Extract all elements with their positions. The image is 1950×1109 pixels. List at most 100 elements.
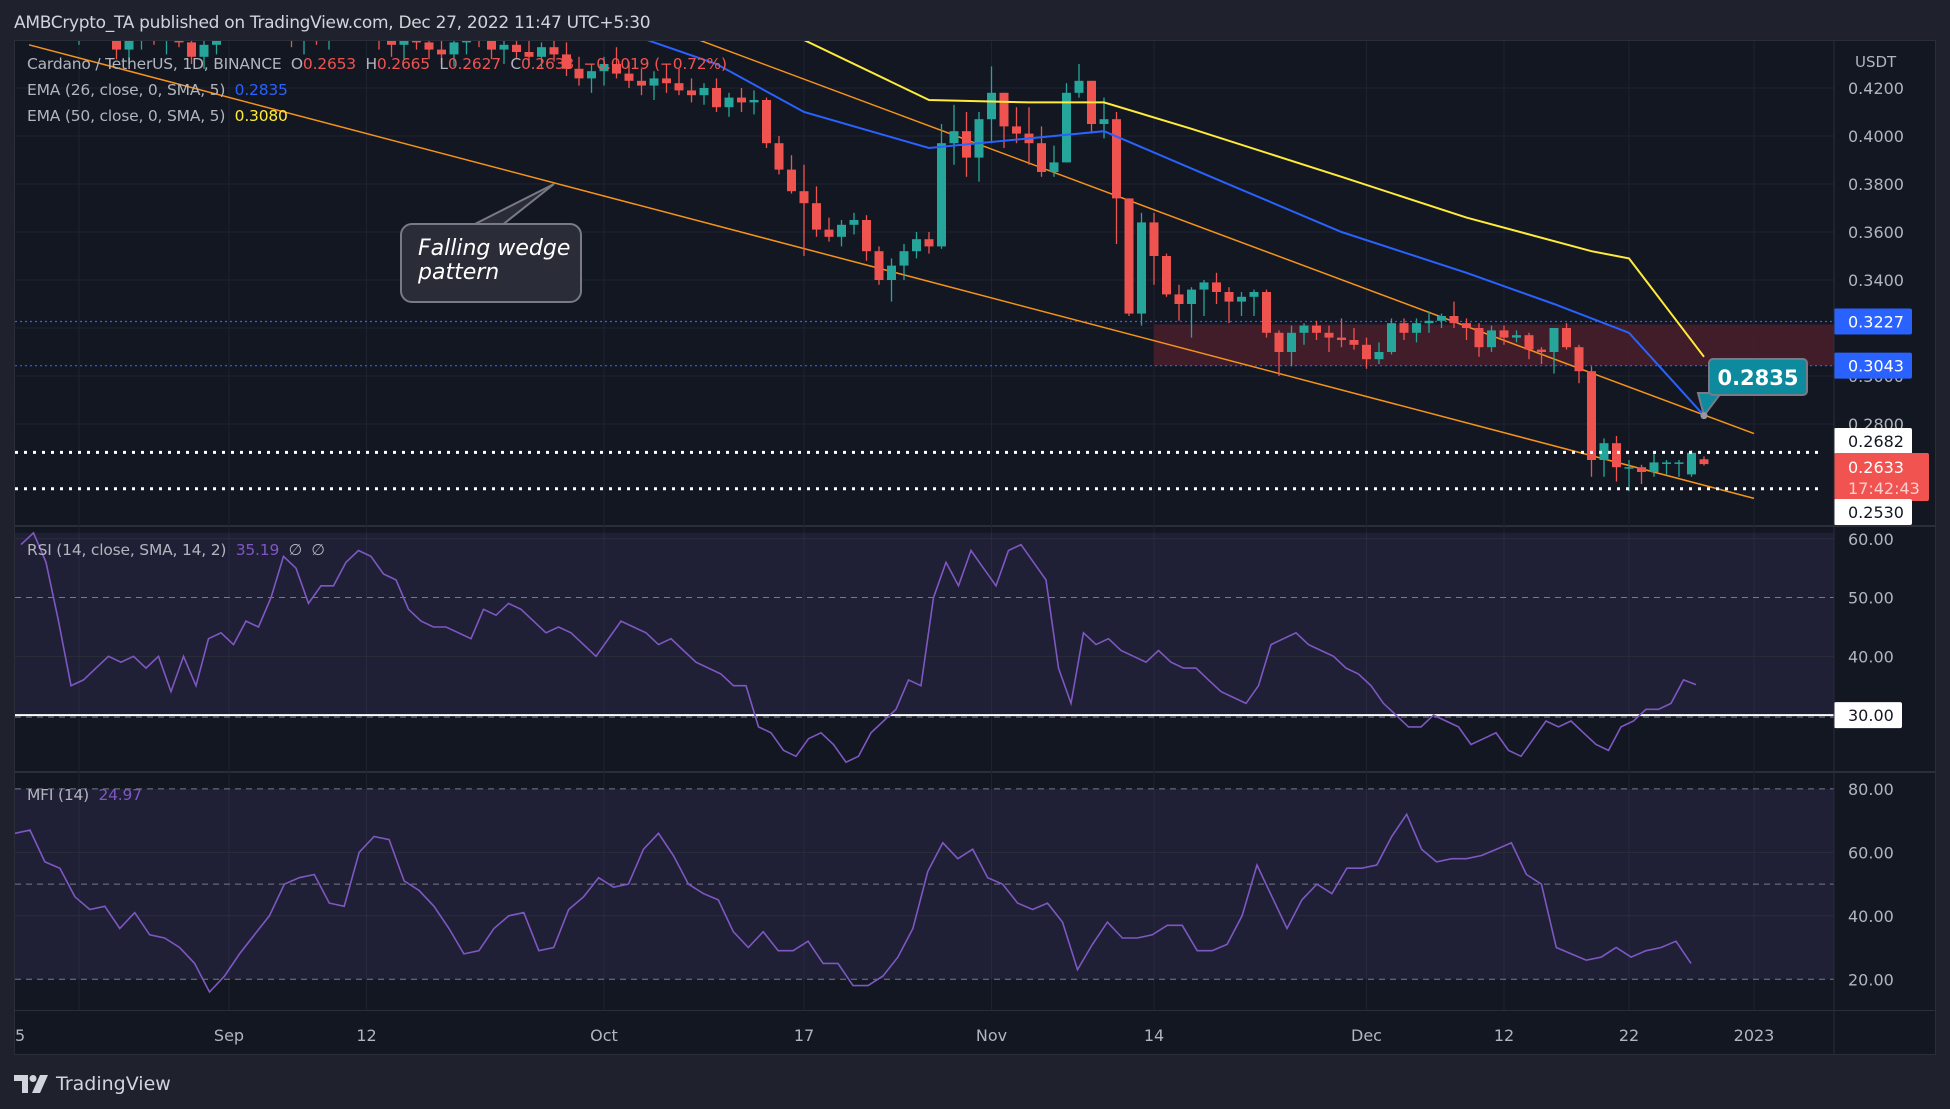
- mfi-tick-label: 80.00: [1848, 780, 1894, 799]
- rsi-tick-label: 50.00: [1848, 589, 1894, 608]
- currency-label: USDT: [1855, 53, 1897, 71]
- rsi-label: RSI (14, close, SMA, 14, 2): [27, 541, 227, 559]
- mfi-legend[interactable]: MFI (14) 24.97: [27, 786, 142, 804]
- rsi-legend[interactable]: RSI (14, close, SMA, 14, 2) 35.19 ∅ ∅: [27, 541, 325, 559]
- time-axis-border: [15, 1010, 1935, 1011]
- candle-up: [849, 220, 859, 225]
- candle-down: [637, 80, 646, 86]
- price-marker-label: 0.2530: [1848, 503, 1904, 522]
- pane-separator[interactable]: [15, 771, 1935, 773]
- candle-down: [412, 41, 421, 43]
- open-label: O: [290, 55, 303, 73]
- candle-down: [1112, 119, 1121, 199]
- candle-down: [112, 41, 121, 50]
- ema50-legend[interactable]: EMA (50, close, 0, SMA, 5) 0.3080: [27, 107, 288, 125]
- candle-down: [1462, 323, 1471, 328]
- candle-up: [1374, 352, 1384, 360]
- candle-up: [749, 100, 759, 103]
- candle-down: [1337, 337, 1346, 340]
- candle-down: [737, 97, 746, 103]
- time-tick-label[interactable]: 22: [1619, 1026, 1639, 1045]
- falling-wedge-callout[interactable]: Falling wedge pattern: [400, 223, 582, 303]
- candle-down: [1562, 328, 1571, 348]
- candle-down: [1699, 459, 1709, 465]
- candle-up: [1412, 323, 1421, 333]
- candle-up: [949, 131, 959, 144]
- candle-up: [649, 78, 659, 86]
- tradingview-brand[interactable]: TradingView: [56, 1073, 171, 1095]
- candle-down: [812, 203, 821, 230]
- callout-line-2: pattern: [418, 260, 500, 285]
- time-tick-label[interactable]: Nov: [976, 1026, 1007, 1045]
- candle-up: [1387, 323, 1396, 352]
- candle-down: [437, 49, 446, 55]
- ema-callout-text: 0.2835: [1717, 366, 1798, 390]
- close-label: C: [510, 55, 521, 73]
- candle-up: [1549, 328, 1559, 352]
- candle-down: [424, 42, 434, 50]
- candle-down: [1012, 126, 1021, 134]
- mfi-tick-label: 20.00: [1848, 970, 1894, 989]
- close-value: 0.2633: [521, 55, 575, 73]
- rsi-extra: ∅ ∅: [288, 541, 325, 559]
- change-value: −0.0019 (−0.72%): [583, 55, 727, 73]
- candle-up: [1249, 292, 1259, 297]
- candle-down: [1162, 256, 1171, 295]
- time-tick-label[interactable]: Oct: [590, 1026, 618, 1045]
- ema50-label: EMA (50, close, 0, SMA, 5): [27, 107, 226, 125]
- candle-down: [1574, 347, 1584, 372]
- symbol-legend: Cardano / TetherUS, 1D, BINANCE O0.2653 …: [27, 55, 727, 73]
- callout-pointer: [470, 183, 555, 227]
- candle-down: [1587, 371, 1596, 460]
- candle-down: [1537, 349, 1546, 352]
- candle-down: [1262, 292, 1271, 333]
- candle-down: [174, 41, 184, 43]
- time-tick-label[interactable]: 14: [1144, 1026, 1164, 1045]
- ema50-value: 0.3080: [234, 107, 288, 125]
- footer: TradingView: [14, 1072, 171, 1096]
- candle-down: [874, 251, 884, 280]
- candle-up: [1487, 330, 1496, 348]
- price-pane[interactable]: [15, 41, 1834, 500]
- candle-down: [1362, 344, 1371, 360]
- candle-down: [1612, 443, 1621, 468]
- candle-down: [824, 229, 834, 237]
- candle-up: [1237, 296, 1246, 302]
- time-tick-label[interactable]: 2023: [1734, 1026, 1775, 1045]
- pane-separator[interactable]: [15, 525, 1935, 527]
- candle-down: [1399, 323, 1409, 333]
- rsi-tick-label: 60.00: [1848, 530, 1894, 549]
- chart-container[interactable]: 0.2835 USDT 0.4200 0.4000 0.3800 0.3600 0.3400…: [14, 40, 1936, 1055]
- time-tick-label[interactable]: 12: [1494, 1026, 1514, 1045]
- time-tick-label[interactable]: Sep: [214, 1026, 244, 1045]
- candle-up: [937, 143, 946, 247]
- candle-up: [124, 41, 134, 50]
- candle-up: [887, 265, 896, 280]
- candle-down: [662, 78, 671, 84]
- rsi-value: 35.19: [235, 541, 280, 559]
- candle-down: [1149, 222, 1159, 256]
- candle-up: [724, 97, 734, 108]
- time-tick-label[interactable]: Dec: [1351, 1026, 1382, 1045]
- ema26-legend[interactable]: EMA (26, close, 0, SMA, 5) 0.2835: [27, 81, 288, 99]
- candle-down: [1274, 332, 1284, 352]
- symbol-name[interactable]: Cardano / TetherUS, 1D, BINANCE: [27, 55, 282, 73]
- time-tick-label[interactable]: 17: [794, 1026, 814, 1045]
- price-tick-label: 0.4200: [1848, 79, 1904, 98]
- candle-up: [1099, 119, 1109, 124]
- candle-down: [924, 239, 934, 247]
- time-tick-label[interactable]: 5: [15, 1026, 25, 1045]
- candle-up: [1287, 332, 1296, 352]
- candle-up: [699, 88, 709, 96]
- candle-down: [1449, 316, 1459, 324]
- candle-down: [1174, 294, 1184, 304]
- bar-countdown-label: 17:42:43: [1848, 479, 1920, 498]
- candle-down: [787, 169, 796, 192]
- publish-info: AMBCrypto_TA published on TradingView.co…: [14, 13, 651, 33]
- candle-down: [762, 100, 771, 144]
- candle-down: [799, 191, 809, 204]
- mfi-tick-label: 40.00: [1848, 907, 1894, 926]
- time-tick-label[interactable]: 12: [356, 1026, 376, 1045]
- candle-up: [399, 41, 409, 45]
- candle-down: [712, 88, 721, 108]
